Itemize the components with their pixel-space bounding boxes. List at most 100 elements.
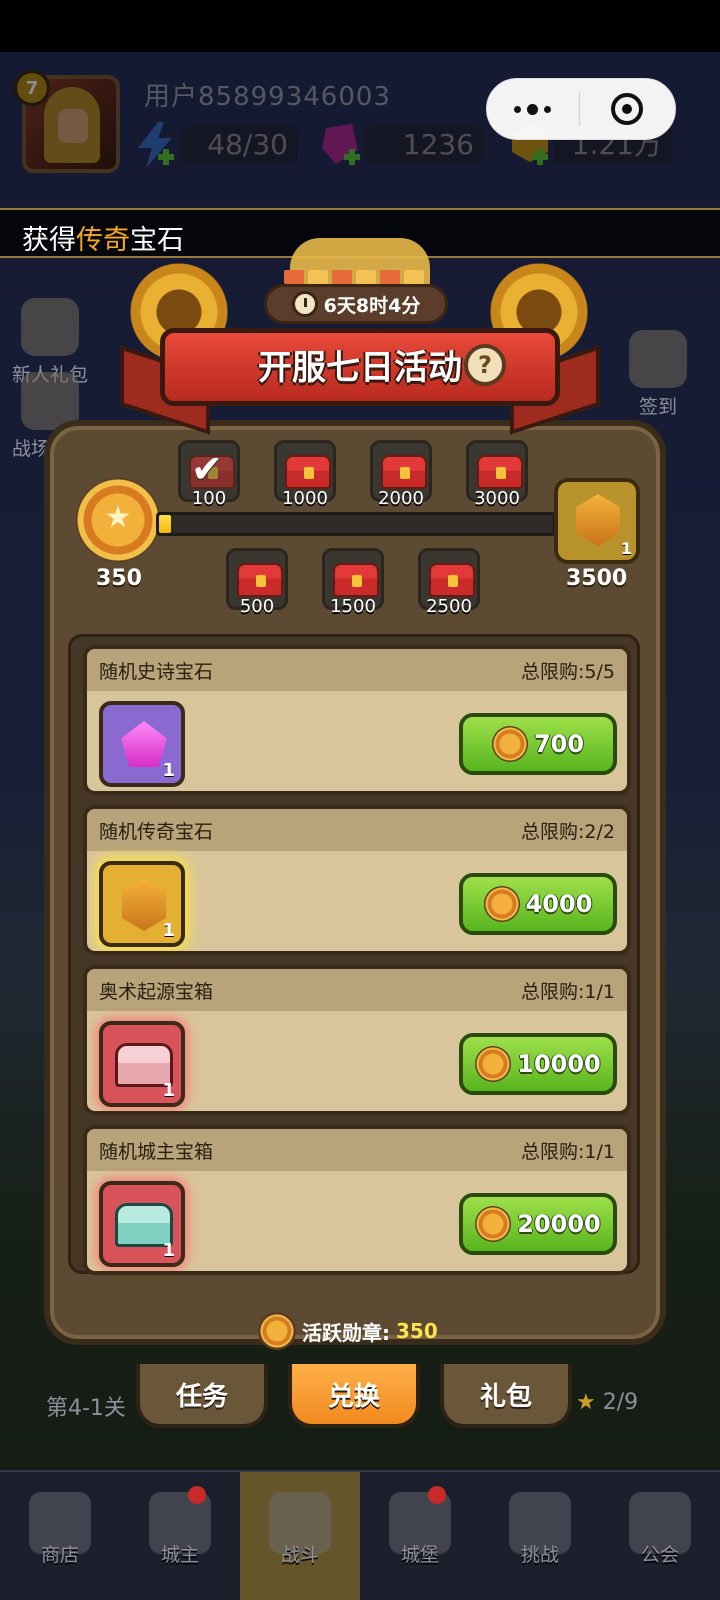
epic-gem-icon[interactable]: 1 <box>99 701 185 787</box>
shop-item-card: 随机传奇宝石 总限购:2/2 1 4000 <box>83 805 631 955</box>
legendary-gem-icon <box>576 494 620 546</box>
calendar-icon <box>629 330 687 388</box>
event-title: 开服七日活动 <box>258 348 462 388</box>
tab-exchange[interactable]: 兑换 <box>288 1364 420 1428</box>
stars-value: 2/9 <box>602 1390 639 1415</box>
marquee-suffix: 宝石 <box>130 225 184 256</box>
treasure-chest-icon <box>477 455 523 489</box>
points-progress-bar <box>156 512 556 536</box>
milestone-chest-1500[interactable]: 1500 <box>322 548 384 617</box>
stars-label: ★ 2/9 <box>576 1390 639 1415</box>
shop-item-card: 随机城主宝箱 总限购:1/1 1 20000 <box>83 1125 631 1275</box>
item-price: 10000 <box>517 1050 601 1078</box>
item-limit: 总限购:1/1 <box>521 980 615 1003</box>
nav-label: 城堡 <box>400 1544 439 1566</box>
medal-icon <box>475 1046 512 1082</box>
treasure-chest-icon <box>381 455 427 489</box>
nav-shop[interactable]: 商店 <box>0 1472 120 1600</box>
item-limit: 总限购:2/2 <box>521 820 615 843</box>
milestone-label: 2000 <box>378 488 424 509</box>
milestone-chest-1000[interactable]: 1000 <box>274 440 336 509</box>
checkmark-icon: ✔ <box>191 447 223 491</box>
marquee-highlight: 传奇 <box>76 225 130 256</box>
item-limit: 总限购:5/5 <box>521 660 615 683</box>
notification-dot <box>188 1486 206 1504</box>
treasure-chest-icon <box>429 563 475 597</box>
gift-icon <box>21 298 79 356</box>
tab-gift-pack[interactable]: 礼包 <box>440 1364 572 1428</box>
milestone-chest-100[interactable]: ✔ 100 <box>178 440 240 509</box>
nav-battle[interactable]: 战斗 <box>240 1472 360 1600</box>
nav-label: 公会 <box>640 1544 679 1566</box>
balance-label: 活跃勋章: <box>302 1320 390 1345</box>
medal-icon <box>483 886 520 922</box>
item-price: 700 <box>533 730 585 758</box>
item-name: 随机城主宝箱 <box>99 1140 214 1163</box>
milestone-chest-2500[interactable]: 2500 <box>418 548 480 617</box>
lord-chest-icon[interactable]: 1 <box>99 1181 185 1267</box>
item-qty: 1 <box>162 1080 175 1101</box>
milestone-chest-2000[interactable]: 2000 <box>370 440 432 509</box>
legendary-gem-icon[interactable]: 1 <box>99 861 185 947</box>
milestone-label: 2500 <box>426 596 472 617</box>
exchange-list[interactable]: 随机史诗宝石 总限购:5/5 1 700 随机传奇宝石 总限购:2/2 1 40… <box>68 634 640 1275</box>
item-price: 4000 <box>525 890 593 918</box>
treasure-chest-icon <box>285 455 331 489</box>
buy-button[interactable]: 10000 <box>459 1033 617 1095</box>
clock-icon <box>291 291 318 317</box>
tab-tasks[interactable]: 任务 <box>136 1364 268 1428</box>
item-name: 奥术起源宝箱 <box>99 980 214 1003</box>
help-icon[interactable]: ? <box>464 344 506 386</box>
more-menu-icon[interactable] <box>487 103 579 115</box>
item-name: 随机史诗宝石 <box>99 660 214 683</box>
nav-label: 战斗 <box>280 1544 319 1566</box>
item-limit: 总限购:1/1 <box>521 1140 615 1163</box>
final-reward-box[interactable]: 1 <box>554 478 640 564</box>
nav-challenge[interactable]: 挑战 <box>480 1472 600 1600</box>
final-reward-qty: 1 <box>620 539 632 558</box>
milestone-label: 1000 <box>282 488 328 509</box>
close-miniprogram-icon[interactable] <box>580 93 675 125</box>
milestone-label: 1500 <box>330 596 376 617</box>
sign-in-label: 签到 <box>638 396 677 418</box>
buy-button[interactable]: 20000 <box>459 1193 617 1255</box>
item-name: 随机传奇宝石 <box>99 820 214 843</box>
nav-label: 商店 <box>40 1544 79 1566</box>
event-tabs: 任务 兑换 礼包 <box>136 1364 584 1428</box>
marquee-prefix: 获得 <box>22 225 76 256</box>
buy-button[interactable]: 4000 <box>459 873 617 935</box>
milestone-chest-500[interactable]: 500 <box>226 548 288 617</box>
shop-item-card: 奥术起源宝箱 总限购:1/1 1 10000 <box>83 965 631 1115</box>
bottom-nav: 商店 城主 战斗 城堡 挑战 公会 <box>0 1470 720 1600</box>
current-points: 350 <box>96 566 142 591</box>
medal-icon <box>258 1312 296 1350</box>
item-qty: 1 <box>162 1240 175 1261</box>
shop-item-card: 随机史诗宝石 总限购:5/5 1 700 <box>83 645 631 795</box>
medal-balance: 活跃勋章: 350 <box>258 1312 438 1350</box>
medal-icon <box>491 726 528 762</box>
milestone-chest-3000[interactable]: 3000 <box>466 440 528 509</box>
balance-value: 350 <box>396 1319 438 1343</box>
countdown-text: 6天8时4分 <box>323 294 421 317</box>
notification-dot <box>428 1486 446 1504</box>
item-qty: 1 <box>162 760 175 781</box>
medal-icon <box>475 1206 512 1242</box>
wechat-capsule <box>486 78 676 140</box>
sign-in-button[interactable]: 签到 <box>610 330 706 419</box>
title-ribbon: 开服七日活动 <box>120 320 600 435</box>
nav-guild[interactable]: 公会 <box>600 1472 720 1600</box>
nav-label: 挑战 <box>520 1544 559 1566</box>
nav-label: 城主 <box>160 1544 199 1566</box>
milestone-label: 100 <box>191 488 227 509</box>
nav-castle[interactable]: 城堡 <box>360 1472 480 1600</box>
milestone-label: 500 <box>239 596 275 617</box>
item-price: 20000 <box>517 1210 601 1238</box>
treasure-chest-icon <box>333 563 379 597</box>
activity-medal-icon <box>76 478 160 562</box>
buy-button[interactable]: 700 <box>459 713 617 775</box>
confetti-strip <box>284 270 424 284</box>
treasure-chest-icon <box>237 563 283 597</box>
countdown-timer: 6天8时4分 <box>264 284 448 324</box>
nav-lord[interactable]: 城主 <box>120 1472 240 1600</box>
arcane-chest-icon[interactable]: 1 <box>99 1021 185 1107</box>
